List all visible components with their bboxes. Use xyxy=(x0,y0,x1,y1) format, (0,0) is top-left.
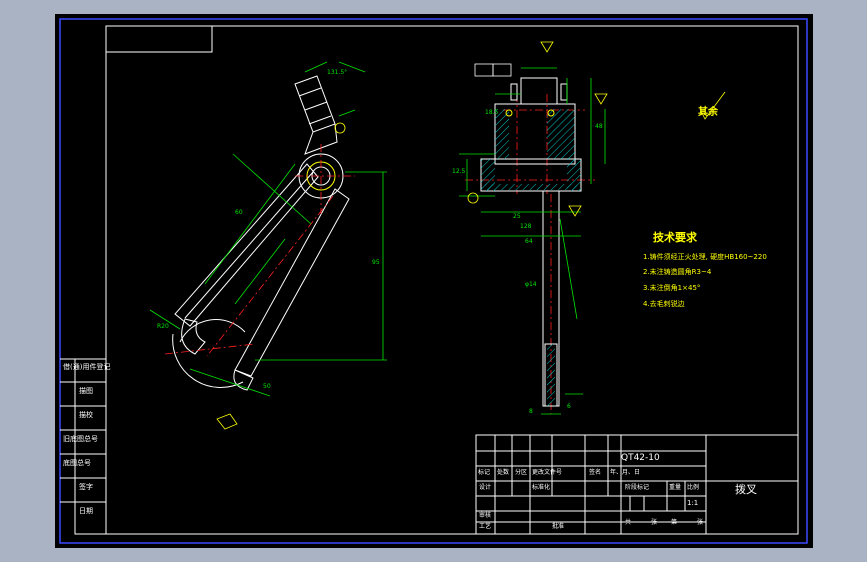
surface-note: 其余 xyxy=(698,107,718,118)
tb-weight: 重量 xyxy=(669,484,682,491)
tb-left-1: 设计 xyxy=(479,484,492,491)
note-1: 1.铸件须经正火处理, 硬度HB160~220 xyxy=(643,253,767,261)
dim-angle: 131.5° xyxy=(327,69,348,76)
sheet-border-outer xyxy=(59,18,808,544)
part-name: 拨叉 xyxy=(735,483,757,496)
drawing-canvas xyxy=(59,18,808,544)
centerlines xyxy=(164,94,595,414)
dim-60: 60 xyxy=(235,209,243,216)
tb-scale: 比例 xyxy=(687,484,700,491)
dim-50: 50 xyxy=(263,383,271,390)
note-4: 4.去毛刺锐边 xyxy=(643,300,685,308)
sheet-border-inner xyxy=(105,25,799,535)
top-boss xyxy=(294,75,336,133)
rev-title: 借(通)用件登记 xyxy=(63,363,111,371)
dim-18-5: 18.5 xyxy=(485,109,499,116)
dim-64: 64 xyxy=(525,238,533,245)
dim-8: 8 xyxy=(529,408,533,415)
tb-hdr-5: 签名 xyxy=(589,469,602,476)
fork-view xyxy=(172,75,350,391)
fork-arm-left xyxy=(174,163,319,327)
tb-hdr-4: 更改文件号 xyxy=(532,469,563,476)
notes-title: 技术要求 xyxy=(653,231,697,244)
tb-left-4: 工艺 xyxy=(479,523,492,530)
tb-sheet-2: 张 xyxy=(651,519,658,526)
tb-hdr-3: 分区 xyxy=(515,469,528,476)
dim-12-5: 12.5 xyxy=(452,168,466,175)
tb-sheet-1: 共 xyxy=(625,519,632,526)
scale-value: 1:1 xyxy=(687,499,699,507)
tb-left-3: 审核 xyxy=(479,512,492,519)
rev-row-4: 底图总号 xyxy=(63,459,91,467)
note-2: 2.未注铸造圆角R3~4 xyxy=(643,268,712,276)
rev-row-1: 描图 xyxy=(79,387,93,395)
dim-48: 48 xyxy=(595,123,603,130)
rev-row-6: 日期 xyxy=(79,507,93,515)
dim-phi14: φ14 xyxy=(525,281,537,288)
cad-viewport[interactable]: 技术要求 1.铸件须经正火处理, 硬度HB160~220 2.未注铸造圆角R3~… xyxy=(55,14,813,548)
note-3: 3.未注倒角1×45° xyxy=(643,284,701,292)
fork-arm-right xyxy=(234,188,350,377)
fork-claw-left xyxy=(181,318,206,355)
tb-hdr-6: 年、月、日 xyxy=(610,469,641,476)
dim-95: 95 xyxy=(372,259,380,266)
dim-6: 6 xyxy=(567,403,571,410)
dim-r20: R20 xyxy=(157,323,169,330)
top-left-code-box xyxy=(105,25,213,53)
rev-row-5: 签字 xyxy=(79,483,93,491)
tb-hdr-2: 处数 xyxy=(497,469,510,476)
tb-left-5: 批准 xyxy=(552,523,565,530)
dim-25: 25 xyxy=(513,213,521,220)
rev-row-2: 描校 xyxy=(79,411,93,419)
symbols xyxy=(216,41,726,430)
part-number: QT42-10 xyxy=(621,453,660,463)
tb-hdr-1: 标记 xyxy=(478,469,491,476)
dim-128: 128 xyxy=(520,223,532,230)
tb-sheet-3: 第 xyxy=(671,519,678,526)
tb-left-2: 标准化 xyxy=(532,484,551,491)
tb-stage: 阶段标记 xyxy=(625,484,650,491)
tb-sheet-4: 张 xyxy=(697,519,704,526)
rev-row-3: 旧底图总号 xyxy=(63,435,98,443)
